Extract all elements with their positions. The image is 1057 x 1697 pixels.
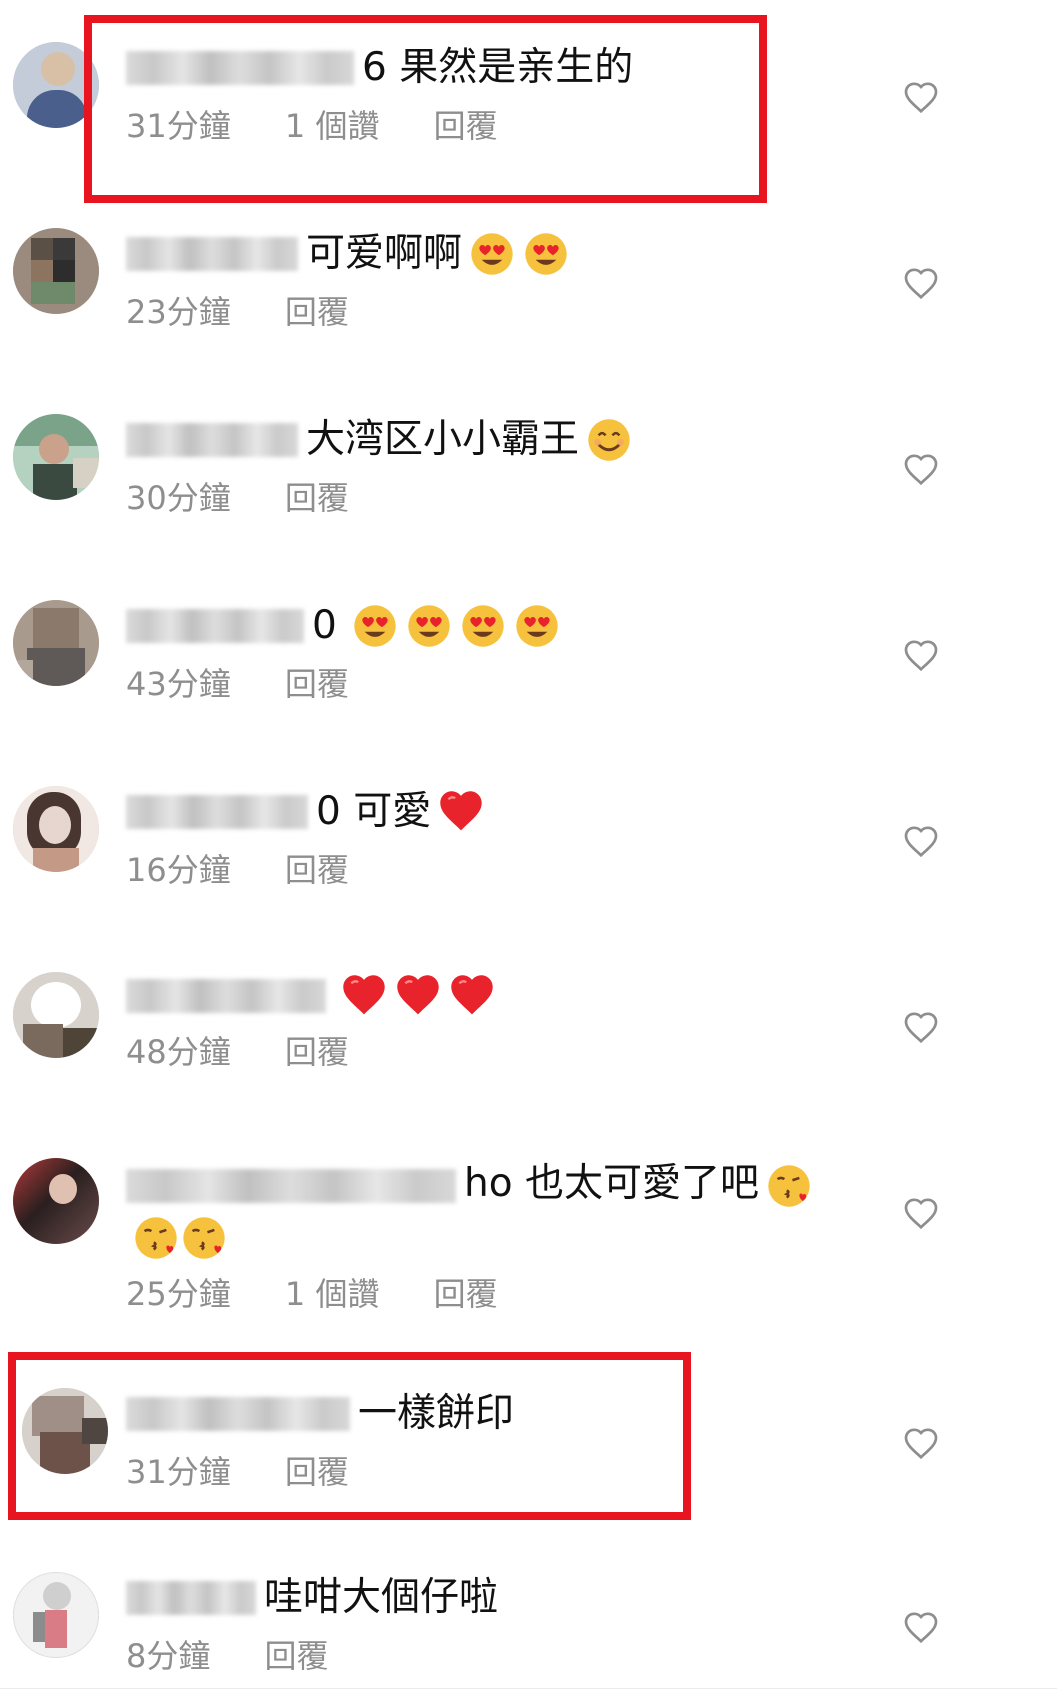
- avatar[interactable]: [13, 228, 99, 314]
- comment-time: 48分鐘: [126, 1033, 231, 1071]
- kissing-face-emoji: [765, 1162, 813, 1210]
- username-blurred[interactable]: [126, 1397, 350, 1431]
- username-blurred[interactable]: [126, 237, 298, 271]
- heart-eyes-emoji: [351, 602, 399, 650]
- like-count[interactable]: 1 個讚: [285, 106, 380, 146]
- username-blurred[interactable]: [126, 795, 308, 829]
- comment-text: 0: [312, 603, 337, 648]
- like-button[interactable]: [903, 1196, 939, 1230]
- avatar[interactable]: [13, 600, 99, 686]
- reply-button[interactable]: 回覆: [285, 478, 349, 518]
- comment-time: 25分鐘: [126, 1275, 231, 1313]
- avatar[interactable]: [22, 1388, 108, 1474]
- comment-text: 大湾区小小霸王: [306, 417, 580, 462]
- avatar[interactable]: [13, 1158, 99, 1244]
- comment-meta: 8分鐘 回覆: [126, 1636, 886, 1676]
- heart-outline-icon: [904, 82, 938, 114]
- comment-text: 可爱啊啊: [306, 231, 463, 276]
- reply-button[interactable]: 回覆: [285, 850, 349, 890]
- comment-time: 8分鐘: [126, 1637, 211, 1675]
- comment-time: 43分鐘: [126, 665, 231, 703]
- avatar[interactable]: [13, 972, 99, 1058]
- username-blurred[interactable]: [126, 51, 354, 85]
- like-button[interactable]: [903, 452, 939, 486]
- red-heart-emoji: [340, 972, 388, 1020]
- like-button[interactable]: [903, 266, 939, 300]
- heart-outline-icon: [904, 268, 938, 300]
- username-blurred[interactable]: [126, 1168, 456, 1203]
- reply-button[interactable]: 回覆: [285, 664, 349, 704]
- username-blurred[interactable]: [126, 423, 298, 457]
- heart-outline-icon: [904, 1428, 938, 1460]
- like-button[interactable]: [903, 1610, 939, 1644]
- comment-text: 0 可愛: [316, 789, 432, 834]
- red-heart-emoji: [448, 972, 496, 1020]
- reply-button[interactable]: 回覆: [434, 1274, 498, 1314]
- comment-time: 30分鐘: [126, 479, 231, 517]
- reply-button[interactable]: 回覆: [285, 292, 349, 332]
- avatar[interactable]: [13, 414, 99, 500]
- username-blurred[interactable]: [126, 979, 326, 1013]
- comment-meta: 43分鐘 回覆: [126, 664, 886, 704]
- kissing-face-emoji: [180, 1214, 228, 1262]
- comment-meta: 31分鐘 1 個讚 回覆: [126, 106, 886, 146]
- comment-time: 23分鐘: [126, 293, 231, 331]
- heart-outline-icon: [904, 1198, 938, 1230]
- username-blurred[interactable]: [126, 1581, 256, 1615]
- like-button[interactable]: [903, 638, 939, 672]
- avatar[interactable]: [13, 786, 99, 872]
- comment-meta: 30分鐘 回覆: [126, 478, 886, 518]
- red-heart-emoji: [437, 788, 485, 836]
- like-button[interactable]: [903, 1010, 939, 1044]
- comment-text: 哇咁大個仔啦: [264, 1575, 499, 1620]
- reply-button[interactable]: 回覆: [285, 1452, 349, 1492]
- smiling-face-emoji: [585, 416, 633, 464]
- heart-outline-icon: [904, 826, 938, 858]
- red-heart-emoji: [394, 972, 442, 1020]
- reply-button[interactable]: 回覆: [285, 1032, 349, 1072]
- comments-list: 6 果然是亲生的 31分鐘 1 個讚 回覆 可爱啊啊 23分鐘 回覆 大湾区小小…: [0, 0, 1057, 1697]
- like-button[interactable]: [903, 824, 939, 858]
- reply-button[interactable]: 回覆: [434, 106, 498, 146]
- like-button[interactable]: [903, 1426, 939, 1460]
- heart-eyes-emoji: [468, 230, 516, 278]
- reply-button[interactable]: 回覆: [265, 1636, 329, 1676]
- comment-time: 16分鐘: [126, 851, 231, 889]
- comment-meta: 16分鐘 回覆: [126, 850, 886, 890]
- comment-meta: 48分鐘 回覆: [126, 1032, 886, 1072]
- comment-time: 31分鐘: [126, 107, 231, 145]
- comment-time: 31分鐘: [126, 1453, 231, 1491]
- username-blurred[interactable]: [126, 609, 304, 643]
- comment-meta: 23分鐘 回覆: [126, 292, 886, 332]
- comment-text: ho 也太可愛了吧: [464, 1161, 759, 1206]
- comment-text: 6 果然是亲生的: [362, 45, 634, 90]
- heart-eyes-emoji: [459, 602, 507, 650]
- avatar[interactable]: [13, 42, 99, 128]
- avatar[interactable]: [13, 1572, 99, 1658]
- heart-outline-icon: [904, 454, 938, 486]
- heart-eyes-emoji: [405, 602, 453, 650]
- heart-outline-icon: [904, 640, 938, 672]
- heart-outline-icon: [904, 1612, 938, 1644]
- heart-eyes-emoji: [513, 602, 561, 650]
- like-count[interactable]: 1 個讚: [285, 1274, 380, 1314]
- heart-eyes-emoji: [522, 230, 570, 278]
- kissing-face-emoji: [132, 1214, 180, 1262]
- comment-meta: 31分鐘 回覆: [126, 1452, 886, 1492]
- comment-meta: 25分鐘 1 個讚 回覆: [126, 1274, 886, 1314]
- heart-outline-icon: [904, 1012, 938, 1044]
- divider: [0, 1688, 1057, 1689]
- like-button[interactable]: [903, 80, 939, 114]
- comment-text: 一樣餅印: [358, 1391, 515, 1436]
